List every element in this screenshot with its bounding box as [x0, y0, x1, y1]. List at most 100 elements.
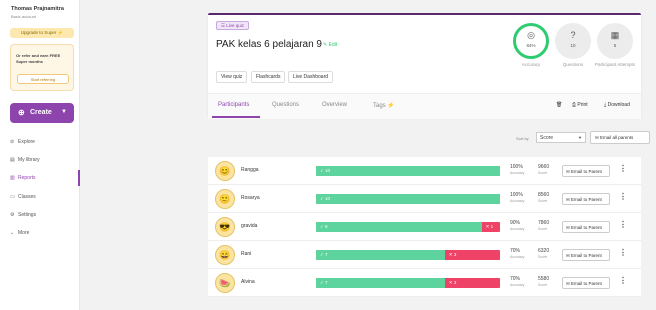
score-label: Score: [538, 199, 548, 203]
result-bar: ✓ 10: [316, 166, 500, 176]
accuracy-stat: ◎ 84%: [513, 23, 549, 59]
live-dashboard-button[interactable]: Live Dashboard: [288, 71, 334, 83]
email-all-parents-button[interactable]: ✉ Email all parents: [590, 131, 650, 144]
participant-row[interactable]: 😎 gravida ✓ 9 ✕ 1 90% Accuracy 7860 Score ✉ Emai…: [208, 213, 641, 241]
sidebar: Thomas Prajnamitra Basic account Upgrade…: [0, 0, 80, 310]
more-options-icon[interactable]: ⋮: [619, 248, 627, 257]
sidebar-item-explore[interactable]: ⊘ Explore: [10, 137, 35, 147]
more-options-icon[interactable]: ⋮: [619, 164, 627, 173]
accuracy-value: 100%: [510, 192, 523, 198]
accuracy-label: Accuracy: [510, 199, 525, 203]
sort-select[interactable]: Score ▼: [536, 132, 586, 143]
sidebar-item-label: More: [18, 230, 30, 236]
compass-icon: ⊘: [10, 139, 15, 145]
sidebar-item-label: Settings: [18, 212, 37, 218]
mail-icon: ✉: [566, 169, 570, 174]
report-tabs: Participants Questions Overview Tags ⚡ 🗑…: [208, 93, 641, 119]
tab-tags[interactable]: Tags ⚡: [373, 102, 395, 109]
avatar: 🍉: [215, 273, 235, 293]
participant-name: Rani: [241, 251, 252, 257]
plus-icon: ⊕: [18, 108, 25, 117]
referral-promo: Or refer and earn FREE Super months Star…: [10, 44, 74, 91]
accuracy-label: Accuracy: [510, 227, 525, 231]
more-options-icon[interactable]: ⋮: [619, 220, 627, 229]
sort-value: Score: [540, 135, 554, 141]
participant-row[interactable]: 😊 Rangga ✓ 10 100% Accuracy 9660 Score ✉ Email …: [208, 157, 641, 185]
mail-icon: ✉: [566, 197, 570, 202]
email-to-parent-button[interactable]: ✉ Email to Parent: [562, 221, 610, 233]
participant-name: Rosarya: [241, 195, 260, 201]
flashcards-button[interactable]: Flashcards: [251, 71, 286, 83]
mail-icon: ✉: [595, 135, 599, 140]
score-value: 5580: [538, 276, 550, 282]
score-label: Score: [538, 283, 548, 287]
correct-fill: [316, 166, 500, 176]
active-nav-indicator: [78, 170, 80, 186]
participant-row[interactable]: 🙂 Rosarya ✓ 10 100% Accuracy 8560 Score ✉ Email…: [208, 185, 641, 213]
upgrade-button[interactable]: Upgrade to Super ⚡: [10, 28, 74, 38]
score-value: 8560: [538, 192, 550, 198]
promo-text: Or refer and earn FREE Super months: [16, 53, 61, 64]
library-icon: ▤: [10, 157, 15, 163]
wrong-count: ✕ 3: [448, 252, 457, 257]
more-options-icon[interactable]: ⋮: [619, 192, 627, 201]
target-icon: ◎: [527, 30, 535, 40]
email-to-parent-button[interactable]: ✉ Email to Parent: [562, 165, 610, 177]
accuracy-label: Accuracy: [510, 283, 525, 287]
score-label: Score: [538, 171, 548, 175]
chevron-down-icon: ⌄: [10, 230, 15, 236]
sidebar-item-more[interactable]: ⌄ More: [10, 228, 29, 238]
tab-questions[interactable]: Questions: [272, 102, 299, 108]
correct-count: ✓ 10: [320, 196, 331, 201]
sidebar-item-label: Classes: [18, 194, 36, 200]
email-to-parent-button[interactable]: ✉ Email to Parent: [562, 277, 610, 289]
email-to-parent-button[interactable]: ✉ Email to Parent: [562, 193, 610, 205]
score-label: Score: [538, 227, 548, 231]
questions-label: Questions: [562, 62, 584, 67]
result-bar: ✓ 10: [316, 194, 500, 204]
tab-participants[interactable]: Participants: [218, 102, 249, 108]
mail-icon: ✉: [566, 253, 570, 258]
delete-icon[interactable]: 🗑: [556, 102, 562, 108]
sidebar-item-reports[interactable]: ▥ Reports: [10, 173, 36, 183]
email-to-parent-button[interactable]: ✉ Email to Parent: [562, 249, 610, 261]
create-label: Create: [30, 109, 52, 116]
edit-link[interactable]: ✎ Edit: [323, 42, 337, 48]
gear-icon: ⚙: [10, 212, 15, 218]
start-referring-button[interactable]: Start referring: [17, 74, 69, 84]
score-label: Score: [538, 255, 548, 259]
correct-fill: [316, 194, 500, 204]
download-button[interactable]: ⤓ Download: [604, 102, 630, 108]
create-button[interactable]: ⊕ Create ▼: [10, 103, 74, 123]
questions-value: 10: [570, 43, 576, 48]
reports-icon: ▥: [10, 175, 15, 181]
sidebar-item-label: My library: [18, 157, 40, 163]
participants-list: 😊 Rangga ✓ 10 100% Accuracy 9660 Score ✉ Email …: [208, 157, 641, 297]
participant-row[interactable]: 🍉 Alvina ✓ 7 ✕ 3 70% Accuracy 5580 Score ✉ Email…: [208, 269, 641, 297]
more-options-icon[interactable]: ⋮: [619, 276, 627, 285]
participants-stat: ▦ 5: [597, 23, 633, 59]
tab-overview[interactable]: Overview: [322, 102, 347, 108]
classes-icon: ▭: [10, 194, 15, 200]
bolt-icon: ⚡: [387, 103, 395, 109]
accuracy-value: 84%: [526, 43, 536, 48]
sidebar-item-settings[interactable]: ⚙ Settings: [10, 210, 36, 220]
print-button[interactable]: ⎙ Print: [572, 102, 588, 108]
accuracy-label: Accuracy: [510, 255, 525, 259]
sidebar-item-classes[interactable]: ▭ Classes: [10, 192, 36, 202]
sidebar-item-label: Explore: [18, 139, 35, 145]
participants-label: Participant Attempts: [594, 62, 636, 67]
avatar: 🙂: [215, 189, 235, 209]
participant-name: Rangga: [241, 167, 259, 173]
participant-row[interactable]: 😄 Rani ✓ 7 ✕ 3 70% Accuracy 6320 Score ✉ Email t…: [208, 241, 641, 269]
quiz-type-badge: ☰ Live quiz: [216, 21, 250, 30]
sidebar-item-library[interactable]: ▤ My library: [10, 155, 40, 165]
view-quiz-button[interactable]: View quiz: [216, 71, 248, 83]
avatar: 😊: [215, 161, 235, 181]
score-value: 7860: [538, 220, 550, 226]
sort-label: Sort by: [516, 136, 529, 141]
participant-name: Alvina: [241, 279, 255, 285]
question-icon: ?: [570, 30, 576, 40]
accuracy-value: 100%: [510, 164, 523, 170]
correct-count: ✓ 9: [320, 224, 328, 229]
